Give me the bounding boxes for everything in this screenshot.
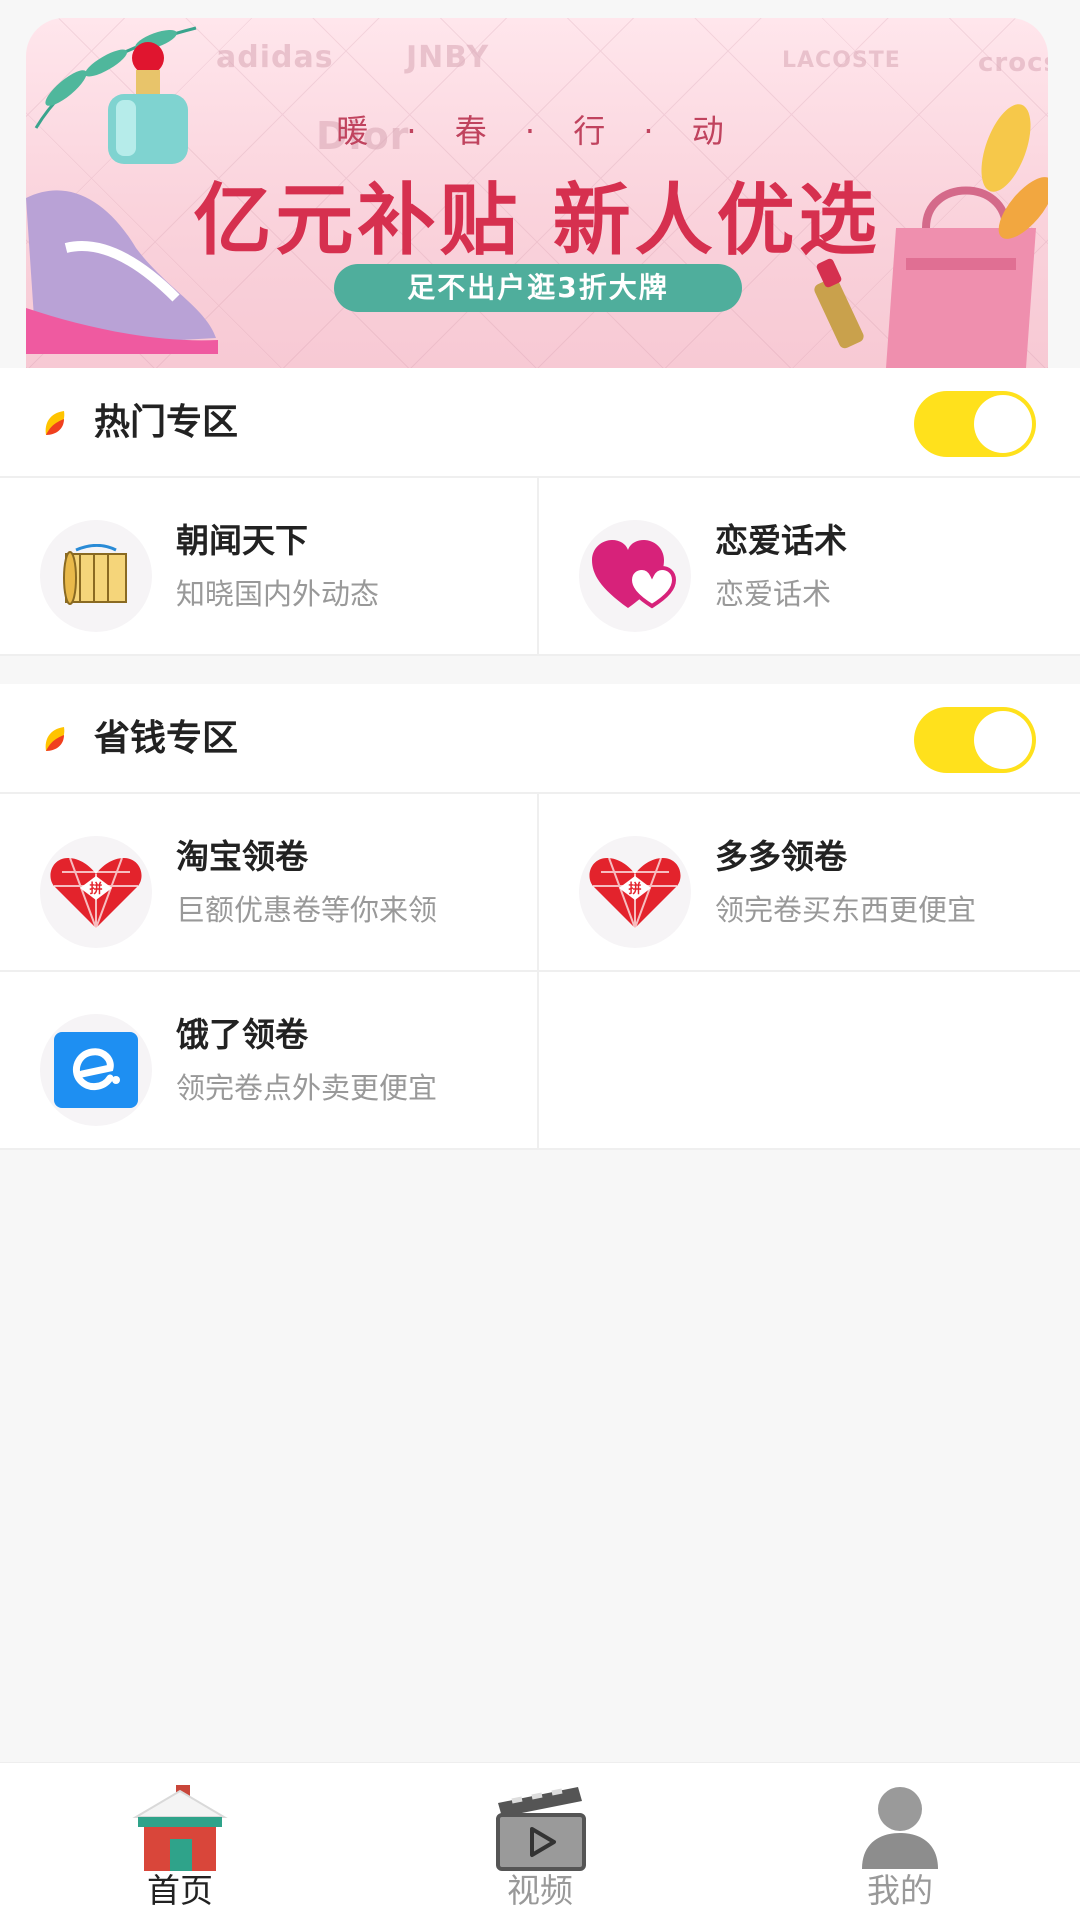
banner-brand-watermark: JNBY bbox=[406, 40, 490, 75]
tab-label: 我的 bbox=[867, 1871, 933, 1910]
banner-cta-pill[interactable]: 足不出户逛3折大牌 bbox=[334, 264, 742, 312]
tab-label: 视频 bbox=[507, 1871, 573, 1910]
svg-text:拼: 拼 bbox=[628, 881, 641, 897]
section-title: 热门专区 bbox=[94, 402, 239, 443]
banner-brand-watermark: LACOSTE bbox=[782, 48, 901, 73]
banner-title: 亿元补贴 新人优选 bbox=[193, 176, 881, 266]
banner-subtitle: 暖 · 春 · 行 · 动 bbox=[336, 112, 738, 150]
grid-item-love-talk[interactable]: 恋爱话术 恋爱话术 bbox=[539, 478, 1080, 656]
grid-item-eleme-coupon[interactable]: 饿了领卷 领完卷点外卖更便宜 bbox=[0, 972, 539, 1150]
item-title: 多多领卷 bbox=[715, 837, 847, 876]
bottom-tab-bar: 首页 视频 我的 bbox=[0, 1762, 1080, 1920]
item-desc: 恋爱话术 bbox=[715, 577, 832, 611]
item-title: 朝闻天下 bbox=[176, 521, 308, 560]
promo-banner[interactable]: adidas JNBY LACOSTE crocs Dior 暖 · 春 · 行… bbox=[26, 18, 1048, 368]
toggle-knob bbox=[974, 711, 1032, 769]
item-desc: 领完卷买东西更便宜 bbox=[715, 893, 977, 927]
hearts-icon bbox=[579, 520, 691, 632]
clapperboard-icon bbox=[496, 1787, 586, 1871]
item-title: 淘宝领卷 bbox=[176, 837, 308, 876]
grid-empty-cell bbox=[539, 972, 1080, 1150]
section-toggle[interactable] bbox=[914, 707, 1036, 773]
leaf-bullet-icon bbox=[45, 727, 65, 751]
section-toggle[interactable] bbox=[914, 391, 1036, 457]
grid-item-taobao-coupon[interactable]: 拼 淘宝领卷 巨额优惠卷等你来领 bbox=[0, 794, 539, 972]
toggle-knob bbox=[974, 395, 1032, 453]
pinduoduo-heart-icon: 拼 bbox=[40, 836, 152, 948]
section-header: 省钱专区 bbox=[0, 684, 1080, 794]
scroll-icon bbox=[40, 520, 152, 632]
eleme-icon bbox=[40, 1014, 152, 1126]
item-desc: 领完卷点外卖更便宜 bbox=[176, 1071, 438, 1105]
item-title: 饿了领卷 bbox=[176, 1015, 308, 1054]
tab-home[interactable]: 首页 bbox=[0, 1763, 360, 1920]
save-money-section: 省钱专区 拼 淘宝领卷 巨额优惠卷等你来领 拼 多多领卷 领完卷买东西更便宜 饿… bbox=[0, 684, 1080, 1150]
hot-zone-section: 热门专区 朝闻天下 知晓国内外动态 恋爱话术 恋爱话术 bbox=[0, 368, 1080, 656]
item-desc: 知晓国内外动态 bbox=[176, 577, 380, 611]
section-header: 热门专区 bbox=[0, 368, 1080, 478]
banner-brand-watermark: crocs bbox=[978, 48, 1048, 78]
banner-brand-watermark: adidas bbox=[216, 40, 334, 75]
item-title: 恋爱话术 bbox=[715, 521, 847, 560]
tab-video[interactable]: 视频 bbox=[360, 1763, 720, 1920]
leaf-bullet-icon bbox=[45, 411, 65, 435]
tab-label: 首页 bbox=[147, 1871, 213, 1910]
grid-item-news[interactable]: 朝闻天下 知晓国内外动态 bbox=[0, 478, 539, 656]
tab-profile[interactable]: 我的 bbox=[720, 1763, 1080, 1920]
pinduoduo-heart-icon: 拼 bbox=[579, 836, 691, 948]
item-desc: 巨额优惠卷等你来领 bbox=[176, 893, 438, 927]
user-icon bbox=[862, 1787, 938, 1869]
section-title: 省钱专区 bbox=[94, 718, 239, 759]
svg-text:拼: 拼 bbox=[89, 881, 102, 897]
grid-item-duoduo-coupon[interactable]: 拼 多多领卷 领完卷买东西更便宜 bbox=[539, 794, 1080, 972]
house-icon bbox=[132, 1785, 228, 1871]
